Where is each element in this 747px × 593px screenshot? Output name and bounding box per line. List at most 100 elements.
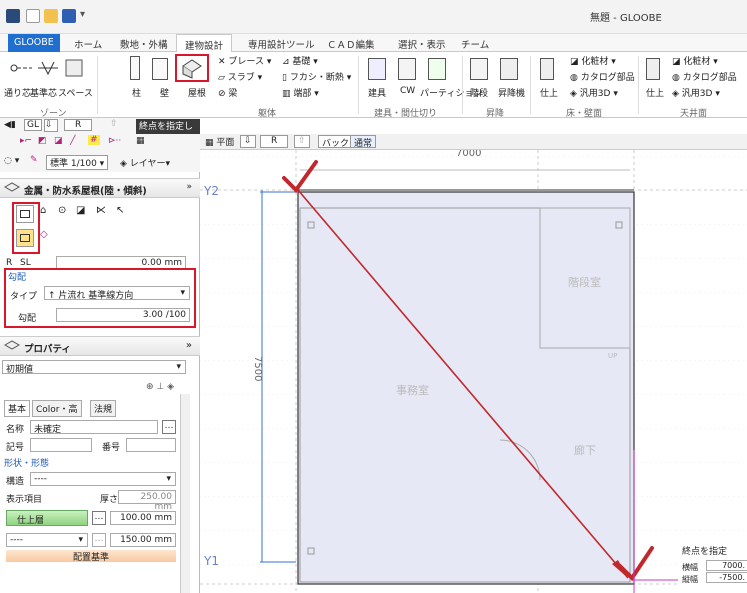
back-button[interactable]: バック — [318, 135, 354, 149]
pen-icon[interactable]: ✎ — [30, 155, 38, 165]
display-mode-icon[interactable]: ◌ ▾ — [4, 156, 19, 166]
slope-type-select[interactable]: ↑ 片流れ 基準線方向 ▾ — [44, 286, 190, 301]
layer2-more-button[interactable]: … — [92, 533, 106, 547]
btn-floor-trim[interactable]: ◪ 化粧材 ▾ — [570, 54, 616, 67]
finish-more-button[interactable]: … — [92, 511, 106, 525]
snap-icon-2[interactable]: ◩ — [38, 136, 47, 146]
btn-beam[interactable]: ⊘ 梁 — [218, 86, 237, 99]
zone-icons — [10, 59, 83, 77]
btn-slab[interactable]: ▱ スラブ ▾ — [218, 70, 262, 83]
layer-select[interactable]: ◈ レイヤー▾ — [120, 156, 170, 169]
snap-icon-4[interactable]: ╱ — [70, 136, 75, 146]
tab-basic[interactable]: 基本 — [4, 400, 31, 417]
slope-tool-icon[interactable]: ⋉ — [96, 205, 114, 223]
drawing-canvas[interactable]: 7000 7500 Y2 Y1 階段室 事務室 廊下 UP 終点を指定 横幅 7… — [200, 150, 747, 593]
tab-select-view[interactable]: 選択・表示 — [398, 37, 446, 51]
pick-tool-icon[interactable]: ↖ — [116, 205, 134, 223]
command-bar: ◀▮ GL ⇩ R ⇧ 終点を指定してください。 — [0, 118, 200, 145]
property-action-icons[interactable]: ⊕ ⊥ ◈ — [146, 382, 174, 392]
btn-ceiling-3d[interactable]: ◈ 汎用3D ▾ — [672, 86, 720, 99]
preset-select[interactable]: 初期値 ▾ — [2, 360, 186, 375]
code-input[interactable] — [30, 438, 92, 452]
tab-building-design[interactable]: 建物設計 — [176, 34, 233, 53]
btn-fittings[interactable]: 建具 — [368, 86, 386, 99]
rect-roof-tool-icon[interactable] — [16, 229, 34, 247]
tab-color-height[interactable]: Color・高 — [32, 400, 82, 417]
btn-foundation[interactable]: ⊿ 基礎 ▾ — [282, 54, 318, 67]
btn-end[interactable]: ▥ 端部 ▾ — [282, 86, 319, 99]
collapse-icon[interactable]: » — [186, 182, 192, 192]
structure-label: 構造 — [6, 477, 25, 487]
normal-button[interactable]: 通常 — [350, 135, 377, 149]
snap-icon-1[interactable]: ▸⌐ — [20, 136, 32, 146]
save-icon[interactable] — [62, 9, 76, 23]
btn-roof[interactable]: 屋根 — [188, 86, 206, 99]
r-button[interactable]: R — [260, 135, 289, 148]
slope-input[interactable]: 3.00 /100 — [56, 308, 190, 322]
column-icon — [130, 56, 140, 80]
level-down-icon[interactable]: ⇩ — [240, 135, 256, 148]
btn-grid-line[interactable]: 通り芯 — [4, 86, 31, 99]
scale-select[interactable]: 標準 1/100 ▾ — [46, 155, 109, 170]
dim-width: 7000 — [456, 150, 482, 159]
layer2-select[interactable]: ---- ▾ — [6, 533, 88, 547]
property-header[interactable]: プロパティ » — [0, 336, 200, 356]
btn-ceiling-finish[interactable]: 仕上 — [646, 86, 664, 99]
roof-button-highlight[interactable] — [175, 54, 209, 82]
level-up-icon[interactable]: ⇧ — [294, 135, 310, 148]
quick-access-menu-icon[interactable]: ▾ — [80, 9, 94, 23]
rect-tool-icon[interactable] — [16, 205, 34, 223]
divider — [358, 56, 359, 114]
snap-toolbar: ▸⌐ ◩ ◪ ╱ # ⊳·· ▦ — [0, 134, 200, 152]
ceiling-finish-icon — [646, 58, 660, 80]
property-scrollbar[interactable] — [180, 394, 190, 593]
roof-type-header[interactable]: 金属・防水系屋根(陸・傾斜) » — [0, 178, 200, 198]
btn-ceiling-trim[interactable]: ◪ 化粧材 ▾ — [672, 54, 718, 67]
polygon-tool-icon[interactable]: ⌂ — [40, 205, 58, 223]
layer2-thickness-input[interactable]: 150.00 mm — [110, 533, 176, 547]
plan-view-button[interactable]: ▦ 平面 — [202, 135, 237, 148]
r-toggle[interactable]: R — [64, 119, 93, 131]
circle-tool-icon[interactable]: ⊙ — [58, 205, 76, 223]
btn-floor-catalog[interactable]: ◍ カタログ部品 — [570, 70, 635, 83]
name-input[interactable]: 未確定 — [30, 420, 158, 435]
level-down-icon[interactable]: ⇩ — [44, 119, 58, 132]
tab-gloobe[interactable]: GLOOBE — [8, 34, 60, 52]
btn-floor-finish[interactable]: 仕上 — [540, 86, 558, 99]
name-more-button[interactable]: … — [162, 420, 176, 434]
level-up-icon[interactable]: ⇧ — [110, 119, 118, 129]
btn-floor-3d[interactable]: ◈ 汎用3D ▾ — [570, 86, 618, 99]
structure-select[interactable]: ---- ▾ — [30, 472, 176, 486]
btn-ceiling-catalog[interactable]: ◍ カタログ部品 — [672, 70, 737, 83]
tab-regulation[interactable]: 法規 — [90, 400, 117, 417]
snap-icon-6[interactable]: ⊳·· — [108, 136, 121, 146]
btn-insulation[interactable]: ▯ フカシ・断熱 ▾ — [282, 70, 351, 83]
btn-base-line[interactable]: 基準芯 — [30, 86, 57, 99]
tab-special-tools[interactable]: 専用設計ツール — [248, 37, 315, 51]
snap-icon-3[interactable]: ◪ — [54, 136, 63, 146]
tab-home[interactable]: ホーム — [74, 37, 102, 51]
snap-icon-7[interactable]: ▦ — [136, 136, 145, 146]
diamond-tool-icon[interactable]: ◇ — [40, 229, 58, 247]
finish-thickness-input[interactable]: 100.00 mm — [110, 511, 176, 525]
open-folder-icon[interactable] — [44, 9, 58, 23]
number-input[interactable] — [126, 438, 176, 452]
tab-cad-edit[interactable]: ＣＡＤ編集 — [327, 37, 375, 51]
free-tool-icon[interactable]: ◪ — [76, 205, 94, 223]
collapse-icon[interactable]: » — [186, 340, 192, 351]
btn-space[interactable]: スペース — [58, 86, 93, 99]
wall-icon — [152, 58, 168, 80]
level-select[interactable]: GL — [24, 119, 42, 131]
prev-level-icon[interactable]: ◀▮ — [4, 120, 16, 130]
finish-layer-label[interactable]: 仕上層 — [6, 510, 88, 526]
tab-team[interactable]: チーム — [461, 37, 489, 51]
btn-column[interactable]: 柱 — [132, 86, 141, 99]
tab-site[interactable]: 敷地・外構 — [120, 37, 168, 51]
btn-brace[interactable]: ✕ ブレース ▾ — [218, 54, 271, 67]
new-file-icon[interactable] — [26, 9, 40, 23]
grid-snap-icon[interactable]: # — [88, 135, 100, 145]
btn-stairs[interactable]: 階段 — [470, 86, 488, 99]
btn-elevator[interactable]: 昇降機 — [498, 86, 525, 99]
btn-curtain-wall[interactable]: CW — [400, 86, 415, 96]
btn-wall[interactable]: 壁 — [160, 86, 169, 99]
